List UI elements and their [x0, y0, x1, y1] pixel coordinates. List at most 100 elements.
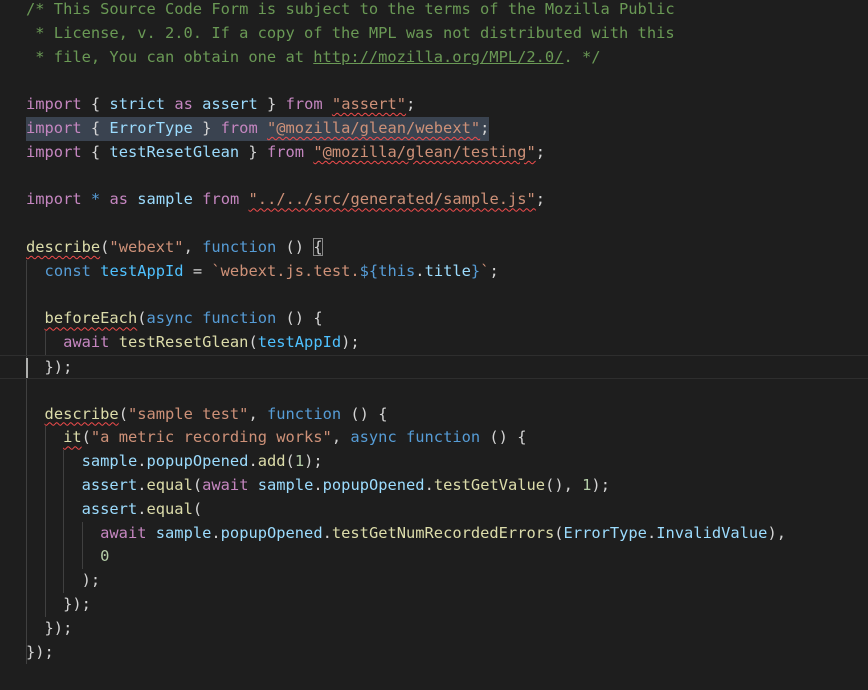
code-line[interactable]: /* This Source Code Form is subject to t…: [0, 0, 868, 22]
code-token: import: [26, 119, 82, 137]
code-token: .: [415, 261, 425, 280]
code-line[interactable]: [0, 165, 868, 189]
code-token: sample: [81, 452, 138, 471]
code-line[interactable]: beforeEach(async function () {: [0, 307, 868, 331]
code-token: 0: [100, 547, 110, 566]
code-line[interactable]: import * as sample from "../../src/gener…: [0, 188, 868, 212]
code-token: await: [100, 523, 147, 542]
code-line[interactable]: 0: [0, 545, 868, 569]
code-line[interactable]: assert.equal(: [0, 498, 868, 522]
code-line[interactable]: });: [0, 641, 868, 665]
code-line[interactable]: });: [0, 355, 868, 379]
code-token: await: [63, 333, 110, 352]
code-token: testResetGlean: [118, 333, 249, 352]
code-token: /* This Source Code Form is subject to t…: [26, 0, 675, 18]
code-token: });: [26, 595, 91, 613]
code-token: ErrorType: [563, 523, 647, 542]
code-token: testResetGlean: [109, 142, 240, 161]
code-token: function: [202, 238, 277, 256]
code-line-text: 0: [26, 545, 109, 569]
code-token: });: [26, 358, 73, 376]
code-token: function: [266, 404, 342, 423]
code-line[interactable]: import { testResetGlean } from "@mozilla…: [0, 141, 868, 165]
code-token: () {: [341, 404, 388, 423]
code-line-text: /* This Source Code Form is subject to t…: [26, 0, 675, 22]
code-line-text: * License, v. 2.0. If a copy of the MPL …: [26, 22, 674, 46]
code-line[interactable]: await testResetGlean(testAppId);: [0, 331, 868, 355]
code-token: as: [174, 95, 193, 114]
code-token: sample: [155, 523, 212, 542]
code-token: sample: [257, 476, 314, 494]
code-token: testAppId: [257, 333, 342, 352]
code-token: ,: [248, 404, 267, 423]
code-line[interactable]: import { strict as assert } from "assert…: [0, 93, 868, 117]
code-token: }: [470, 261, 481, 280]
code-token: testAppId: [100, 261, 184, 280]
code-line[interactable]: });: [0, 617, 868, 641]
code-token: import: [26, 142, 82, 161]
code-token: (: [248, 333, 258, 352]
code-token: .: [137, 452, 147, 471]
code-line[interactable]: * file, You can obtain one at http://moz…: [0, 46, 868, 70]
code-line[interactable]: );: [0, 569, 868, 593]
code-line[interactable]: [0, 69, 868, 93]
code-token: InvalidValue: [656, 523, 768, 542]
code-token: ;: [480, 119, 490, 137]
code-line-text: });: [26, 356, 73, 380]
code-line[interactable]: describe("webext", function () {: [0, 236, 868, 260]
code-token: (: [137, 309, 147, 328]
code-line-text: assert.equal(await sample.popupOpened.te…: [26, 474, 610, 498]
code-token: sample: [137, 190, 193, 209]
code-token: "sample test": [127, 404, 249, 423]
code-line[interactable]: const testAppId = `webext.js.test.${this…: [0, 260, 868, 284]
code-line[interactable]: await sample.popupOpened.testGetNumRecor…: [0, 522, 868, 546]
code-line[interactable]: [0, 212, 868, 236]
code-line[interactable]: describe("sample test", function () {: [0, 403, 868, 427]
code-token: async: [146, 309, 193, 328]
code-token: .: [137, 476, 147, 494]
code-token: * file, You can obtain one at: [26, 47, 314, 66]
code-token: );: [26, 571, 101, 590]
code-token: await: [202, 476, 249, 494]
code-line[interactable]: [0, 379, 868, 403]
code-line[interactable]: sample.popupOpened.add(1);: [0, 450, 868, 474]
code-token: import: [26, 190, 82, 209]
code-token: ${: [359, 261, 379, 280]
code-line[interactable]: assert.equal(await sample.popupOpened.te…: [0, 474, 868, 498]
code-token: ,: [331, 428, 351, 447]
code-line[interactable]: it("a metric recording works", async fun…: [0, 426, 868, 450]
code-line-text: import { ErrorType } from "@mozilla/glea…: [26, 117, 490, 141]
code-line-text: });: [26, 617, 73, 641]
code-editor[interactable]: /* This Source Code Form is subject to t…: [0, 0, 868, 690]
code-line[interactable]: [0, 284, 868, 308]
code-token: testGetValue: [433, 476, 546, 494]
code-token: from: [220, 119, 258, 137]
code-token: "a metric recording works": [90, 428, 332, 447]
code-token: `webext.js.test.: [211, 261, 360, 280]
code-token: }: [239, 142, 267, 161]
code-line-text: describe("webext", function () {: [26, 236, 323, 260]
code-token: .: [248, 452, 258, 471]
code-token: 1: [294, 452, 305, 471]
code-line[interactable]: * License, v. 2.0. If a copy of the MPL …: [0, 22, 868, 46]
code-token: (: [554, 523, 564, 542]
code-token: ;: [535, 190, 546, 209]
code-line[interactable]: import { ErrorType } from "@mozilla/glea…: [0, 117, 868, 141]
code-line-text: sample.popupOpened.add(1);: [26, 450, 323, 474]
code-line-text: assert.equal(: [26, 498, 203, 522]
code-line[interactable]: });: [0, 593, 868, 617]
code-token: .: [424, 476, 434, 494]
code-token: );: [341, 333, 360, 352]
